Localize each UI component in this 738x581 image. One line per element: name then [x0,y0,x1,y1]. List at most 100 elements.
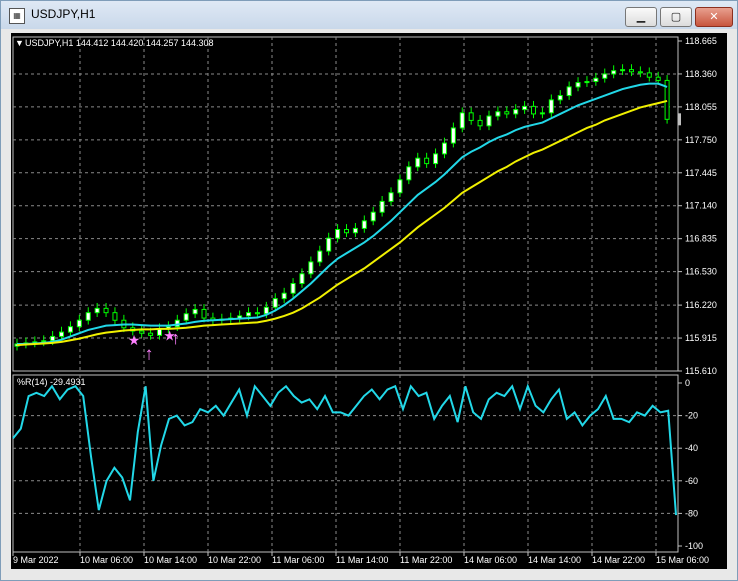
signal-arrow-up-icon: ↑ [171,328,180,348]
candle-body [477,119,483,127]
candle-body [513,109,519,115]
candle-body [272,298,278,308]
price-tick-label: 117.140 [685,201,717,211]
price-tick-label: 116.835 [685,234,717,244]
chart-area[interactable]: ★ ↑ ★ ↑ 118.665 118.360 118.055 117.750 117.445… [11,33,727,569]
price-tick-label: 116.220 [685,300,717,310]
minimize-button[interactable]: ▁ [625,7,657,27]
candle-body [548,99,554,114]
candle-body [495,111,501,117]
chart-canvas[interactable]: ★↑★↑ 118.665118.360118.055117.750117.445… [11,33,727,569]
candle-body [539,112,545,115]
candle-body [103,307,109,314]
time-tick-label: 14 Mar 06:00 [464,555,517,565]
price-tick-label: 116.530 [685,267,717,277]
candle-body [290,283,296,294]
candle-body [504,111,510,115]
candle-body [611,70,617,75]
candle-body [531,105,537,115]
candle-body [148,332,154,336]
chart-window-icon: ▦ [9,8,25,24]
candle-body [344,228,349,234]
title-bar[interactable]: ▦ USDJPY,H1 ▁ ▢ ✕ [1,1,737,29]
indicator-tick-label: -40 [685,443,698,453]
chart-window: ▦ USDJPY,H1 ▁ ▢ ✕ ★ ↑ ★ ↑ 118.665 118.360 118… [0,0,738,581]
candle-body [41,340,47,343]
candle-body [441,142,447,155]
candle-body [85,312,91,321]
candle-body [575,82,581,88]
candle-body [335,228,341,239]
price-tick-label: 118.665 [685,36,717,46]
candle-body [459,112,465,129]
candle-body [326,237,332,252]
candle-body [76,319,82,328]
candle-body [281,292,287,300]
candle-body [317,250,323,263]
candle-body [637,71,643,74]
time-tick-label: 11 Mar 22:00 [400,555,452,565]
maximize-icon: ▢ [670,10,682,23]
candle-body [308,261,314,275]
close-icon: ✕ [709,10,719,23]
signal-star-icon: ★ [128,332,141,348]
indicator-tick-label: -20 [685,411,698,421]
williams-r-line [12,383,677,516]
indicator-tick-label: 0 [685,378,690,388]
indicator-tick-label: -60 [685,476,698,486]
candle-body [468,112,474,121]
time-tick-label: 15 Mar 06:00 [656,555,709,565]
indicator-panel-header: %R(14) -29.4931 [17,377,86,387]
candle-body [450,127,456,144]
price-tick-label: 115.610 [685,366,717,376]
time-tick-label: 9 Mar 2022 [13,555,59,565]
candle-body [299,273,305,285]
candle-body [379,200,385,213]
candle-body [628,69,634,73]
candle-body [655,76,661,81]
last-price-marker [678,113,681,126]
candle-body [246,312,252,317]
time-tick-label: 10 Mar 14:00 [144,555,197,565]
time-tick-label: 14 Mar 22:00 [592,555,645,565]
ma-fast-line [17,82,668,345]
candle-body [112,312,118,321]
time-tick-label: 10 Mar 22:00 [208,555,261,565]
price-tick-label: 117.750 [685,135,717,145]
maximize-button[interactable]: ▢ [660,7,692,27]
candle-body [370,211,376,222]
candle-body [388,192,394,202]
candle-body [486,115,492,127]
time-tick-label: 11 Mar 14:00 [336,555,388,565]
window-title: USDJPY,H1 [31,7,96,21]
candle-body [183,313,189,321]
close-button[interactable]: ✕ [695,7,733,27]
time-tick-label: 14 Mar 14:00 [528,555,581,565]
candle-body [566,86,572,97]
candle-body [50,335,56,342]
candle-body [201,308,207,319]
time-tick-label: 10 Mar 06:00 [80,555,133,565]
indicator-tick-label: -80 [685,508,698,518]
minimize-icon: ▁ [636,10,646,23]
candle-body [67,326,73,333]
price-panel-header: USDJPY,H1 144.412 144.420 144.257 144.30… [25,38,214,48]
candle-body [433,153,439,165]
candle-body [593,77,599,83]
indicator-panel-border [12,374,679,553]
indicator-tick-label: -100 [685,541,703,551]
time-tick-label: 11 Mar 06:00 [272,555,324,565]
candle-body [646,72,652,78]
candle-body [397,179,403,194]
candle-body [352,227,358,234]
candle-body [263,306,269,315]
candle-body [620,69,626,72]
price-tick-label: 115.915 [685,333,717,343]
candle-body [557,95,563,101]
signal-arrow-up-icon: ↑ [145,343,154,363]
candle-body [94,307,100,314]
price-tick-label: 118.055 [685,102,717,112]
candle-body [59,331,65,337]
candle-body [406,166,412,181]
price-header-marker: ▼ [15,38,24,48]
